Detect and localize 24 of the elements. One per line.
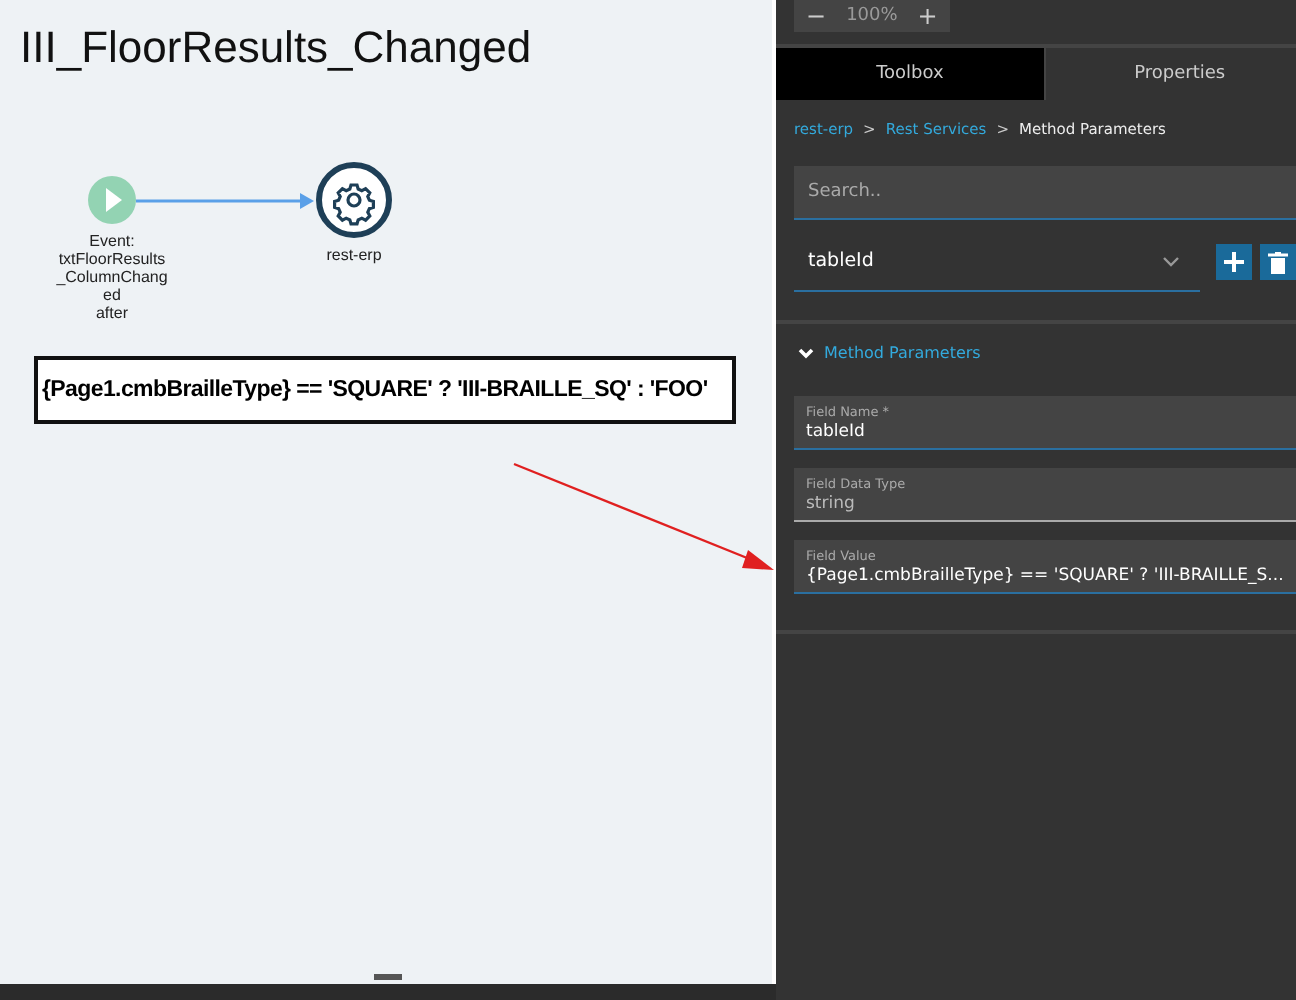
section-title[interactable]: Method Parameters	[824, 344, 981, 362]
expression-note: {Page1.cmbBrailleType} == 'SQUARE' ? 'III-BRAILLE_SQ' : 'FOO'	[34, 356, 736, 424]
add-button[interactable]	[1215, 244, 1252, 280]
search-field[interactable]: Search..	[794, 166, 1296, 220]
gear-icon[interactable]	[316, 162, 392, 238]
resize-handle[interactable]	[374, 974, 402, 980]
delete-button[interactable]	[1259, 244, 1296, 280]
method-dropdown[interactable]: tableId	[794, 232, 1200, 292]
zoom-out-button[interactable]: −	[806, 2, 827, 30]
chevron-down-icon	[1161, 255, 1180, 267]
zoom-level: 100%	[846, 6, 898, 26]
flow-title: III_FloorResults_Changed	[20, 22, 532, 74]
zoom-control[interactable]: − 100% +	[794, 0, 950, 32]
chevron-icon[interactable]	[798, 347, 814, 359]
node-label: rest-erp	[326, 246, 382, 264]
panel-tab[interactable]: Toolbox	[776, 48, 1044, 100]
trash-icon	[1267, 251, 1288, 273]
plus-icon	[1223, 252, 1244, 272]
node-label: _ColumnChang	[56, 268, 168, 286]
node-label: after	[95, 304, 128, 322]
node-label: ed	[103, 286, 121, 304]
node-label: Event:	[89, 232, 135, 250]
zoom-in-button[interactable]: +	[917, 2, 938, 30]
node-label: txtFloorResults	[58, 250, 166, 268]
